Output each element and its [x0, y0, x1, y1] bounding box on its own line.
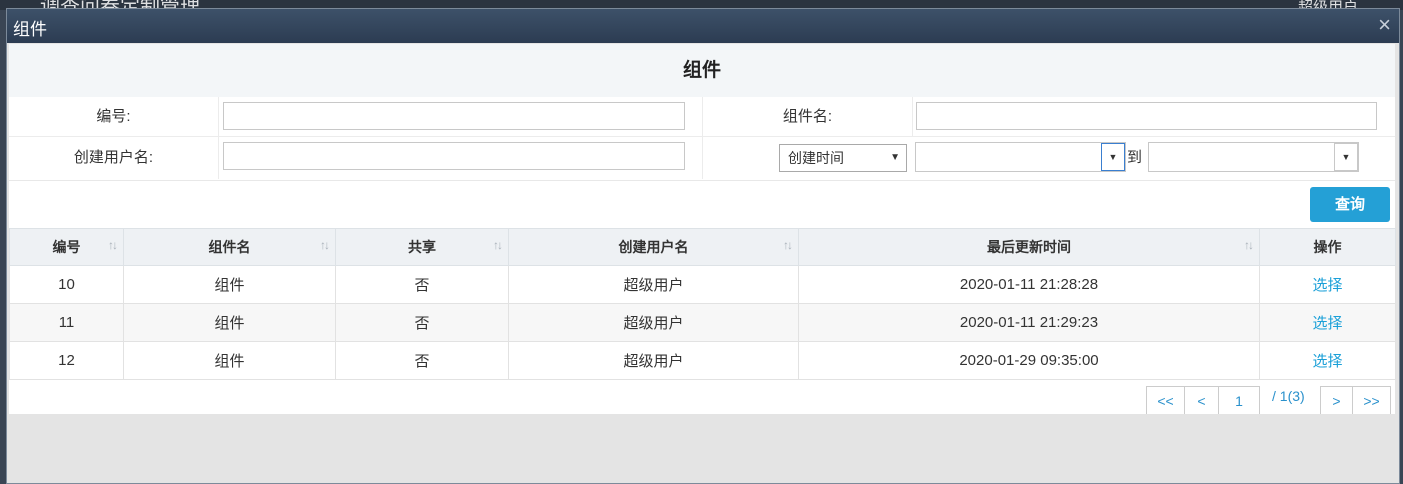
cell-updated: 2020-01-29 09:35:00: [798, 341, 1260, 380]
creator-label: 创建用户名:: [9, 137, 219, 179]
sort-icon[interactable]: ↑↓: [320, 238, 330, 252]
sort-icon[interactable]: ↑↓: [783, 238, 793, 252]
select-link[interactable]: 选择: [1312, 315, 1342, 332]
cell-name: 组件: [123, 265, 336, 304]
id-label: 编号:: [9, 97, 219, 137]
date-to-dropdown-icon[interactable]: ▼: [1334, 143, 1358, 171]
button-row: 查询: [9, 181, 1395, 228]
page-info: / 1(3): [1272, 388, 1305, 404]
col-header-label: 编号: [52, 239, 81, 255]
cell-shared: 否: [335, 265, 509, 304]
panel-title: 组件: [9, 44, 1395, 97]
cell-id: 11: [9, 303, 124, 342]
dialog-footer: [9, 414, 1395, 482]
dropdown-arrow-icon: ▼: [890, 152, 900, 163]
creator-cell: [219, 137, 703, 179]
dialog-title: 组件: [13, 20, 47, 39]
col-header-label: 创建用户名: [618, 239, 689, 255]
date-from-input[interactable]: ▼: [915, 142, 1126, 172]
col-header-creator[interactable]: 创建用户名 ↑↓: [508, 228, 799, 266]
cell-id: 10: [9, 265, 124, 304]
cell-id: 12: [9, 341, 124, 380]
close-icon[interactable]: ×: [1378, 12, 1391, 38]
date-to-input[interactable]: ▼: [1148, 142, 1359, 172]
sort-icon[interactable]: ↑↓: [493, 238, 503, 252]
last-page-button[interactable]: >>: [1352, 386, 1391, 416]
dialog-body: 组件 编号: 组件名: 创建用户名: 创建时间 ▼ ▼ 到 ▼ 查询 编号 ↑↓…: [9, 44, 1396, 416]
cell-action: 选择: [1259, 265, 1396, 304]
col-header-label: 最后更新时间: [987, 239, 1071, 255]
sort-icon[interactable]: ↑↓: [1244, 238, 1254, 252]
name-cell: [913, 97, 1395, 137]
select-link[interactable]: 选择: [1312, 277, 1342, 294]
col-header-updated[interactable]: 最后更新时间 ↑↓: [798, 228, 1260, 266]
col-header-shared[interactable]: 共享 ↑↓: [335, 228, 509, 266]
component-dialog: 组件 × 组件 编号: 组件名: 创建用户名: 创建时间 ▼ ▼ 到 ▼ 查询 …: [6, 8, 1400, 484]
col-header-action: 操作: [1259, 228, 1396, 266]
cell-creator: 超级用户: [508, 341, 799, 380]
col-header-label: 操作: [1313, 239, 1342, 255]
date-from-dropdown-icon[interactable]: ▼: [1101, 143, 1125, 171]
cell-action: 选择: [1259, 341, 1396, 380]
table-header-row: 编号 ↑↓ 组件名 ↑↓ 共享 ↑↓ 创建用户名 ↑↓ 最后更新时间 ↑↓ 操作: [9, 228, 1396, 266]
col-header-id[interactable]: 编号 ↑↓: [9, 228, 124, 266]
current-page-input[interactable]: 1: [1218, 386, 1260, 416]
creator-input[interactable]: [223, 142, 685, 170]
date-field-value: 创建时间: [788, 150, 844, 166]
query-button[interactable]: 查询: [1310, 187, 1390, 222]
id-cell: [219, 97, 703, 137]
sort-icon[interactable]: ↑↓: [108, 238, 118, 252]
cell-shared: 否: [335, 303, 509, 342]
col-header-name[interactable]: 组件名 ↑↓: [123, 228, 336, 266]
date-field-select[interactable]: 创建时间 ▼: [779, 144, 907, 172]
first-page-button[interactable]: <<: [1146, 386, 1185, 416]
cell-creator: 超级用户: [508, 265, 799, 304]
cell-name: 组件: [123, 341, 336, 380]
cell-name: 组件: [123, 303, 336, 342]
table-row: 12 组件 否 超级用户 2020-01-29 09:35:00 选择: [9, 341, 1396, 380]
cell-updated: 2020-01-11 21:28:28: [798, 265, 1260, 304]
select-link[interactable]: 选择: [1312, 353, 1342, 370]
filter-form: 编号: 组件名: 创建用户名: 创建时间 ▼ ▼ 到 ▼: [9, 97, 1395, 181]
prev-page-button[interactable]: <: [1184, 386, 1219, 416]
id-input[interactable]: [223, 102, 685, 130]
col-header-label: 组件名: [208, 239, 251, 255]
table-row: 11 组件 否 超级用户 2020-01-11 21:29:23 选择: [9, 303, 1396, 342]
dialog-header: 组件 ×: [7, 9, 1399, 43]
next-page-button[interactable]: >: [1320, 386, 1353, 416]
cell-action: 选择: [1259, 303, 1396, 342]
name-label: 组件名:: [703, 97, 913, 137]
cell-updated: 2020-01-11 21:29:23: [798, 303, 1260, 342]
name-input[interactable]: [916, 102, 1377, 130]
table-row: 10 组件 否 超级用户 2020-01-11 21:28:28 选择: [9, 265, 1396, 304]
date-to-label: 到: [1127, 149, 1143, 166]
component-table: 编号 ↑↓ 组件名 ↑↓ 共享 ↑↓ 创建用户名 ↑↓ 最后更新时间 ↑↓ 操作 10 组…: [9, 228, 1396, 380]
cell-creator: 超级用户: [508, 303, 799, 342]
col-header-label: 共享: [408, 239, 436, 255]
cell-shared: 否: [335, 341, 509, 380]
